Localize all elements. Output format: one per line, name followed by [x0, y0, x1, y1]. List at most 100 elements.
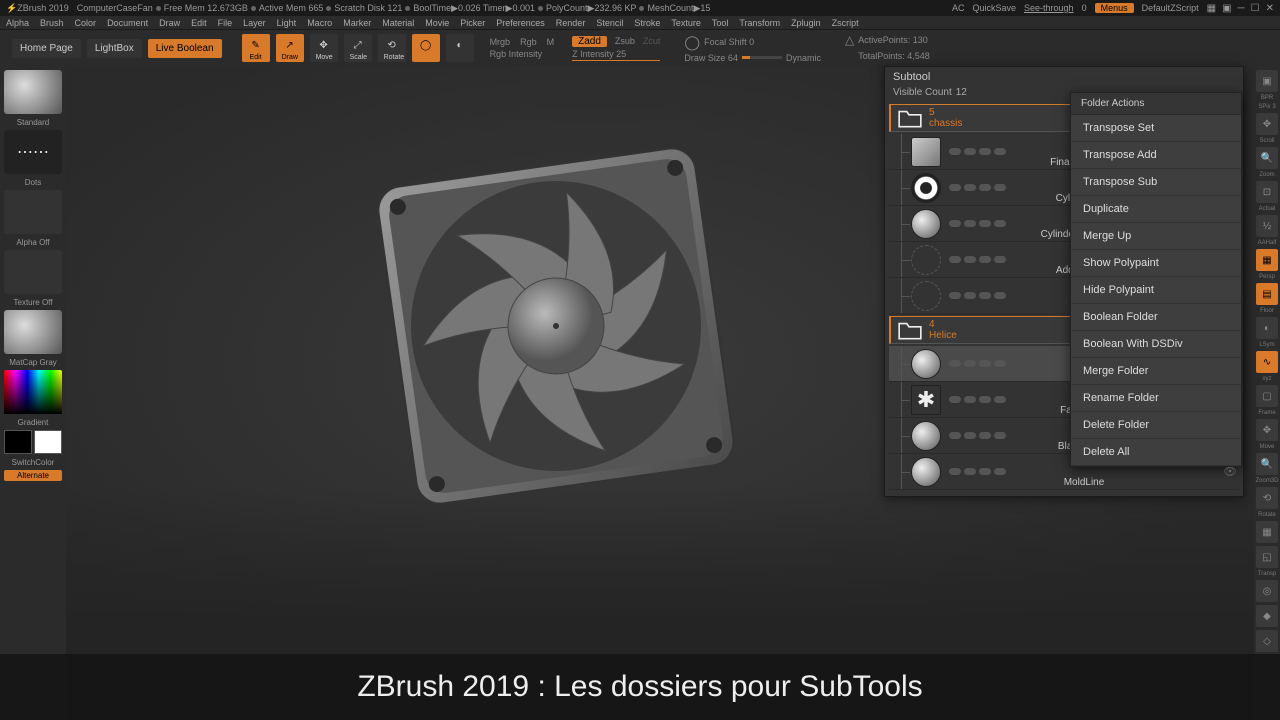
context-menu-item[interactable]: Transpose Add [1071, 142, 1241, 169]
menu-texture[interactable]: Texture [671, 18, 701, 28]
context-menu-item[interactable]: Show Polypaint [1071, 250, 1241, 277]
home-page-button[interactable]: Home Page [12, 39, 81, 58]
zoom-button[interactable]: 🔍 [1256, 147, 1278, 169]
draw-size-slider[interactable]: Draw Size 64 [684, 53, 738, 63]
menu-alpha[interactable]: Alpha [6, 18, 29, 28]
quicksave-button[interactable]: QuickSave [973, 3, 1017, 13]
menu-color[interactable]: Color [75, 18, 97, 28]
menu-movie[interactable]: Movie [425, 18, 449, 28]
alternate-button[interactable]: Alternate [4, 470, 62, 481]
context-menu-item[interactable]: Boolean With DSDiv [1071, 331, 1241, 358]
menu-edit[interactable]: Edit [191, 18, 207, 28]
context-menu-title: Folder Actions [1071, 93, 1241, 115]
draw-mode-button[interactable]: ↗Draw [276, 34, 304, 62]
menu-stencil[interactable]: Stencil [596, 18, 623, 28]
close-icon[interactable]: ✕ [1266, 3, 1274, 14]
titlebar: ⚡ ZBrush 2019 ComputerCaseFan Free Mem 1… [0, 0, 1280, 16]
edit-mode-button[interactable]: ✎Edit [242, 34, 270, 62]
color-picker[interactable] [4, 370, 62, 414]
menus-button[interactable]: Menus [1095, 3, 1134, 13]
top-shelf: Home Page LightBox Live Boolean ✎Edit ↗D… [0, 30, 1280, 66]
maximize-icon[interactable]: ☐ [1251, 3, 1260, 14]
bpr-button[interactable]: ▣ [1256, 70, 1278, 92]
scale-mode-button[interactable]: ⤢Scale [344, 34, 372, 62]
texture-swatch[interactable] [4, 250, 62, 294]
actual-button[interactable]: ⊡ [1256, 181, 1278, 203]
persp-button[interactable]: ▦ [1256, 249, 1278, 271]
icon-set[interactable]: ▣ [1222, 3, 1231, 14]
z-intensity-slider[interactable]: Z Intensity 25 [572, 49, 660, 61]
context-menu-item[interactable]: Boolean Folder [1071, 304, 1241, 331]
live-boolean-button[interactable]: Live Boolean [148, 39, 222, 58]
context-menu-item[interactable]: Transpose Sub [1071, 169, 1241, 196]
icon-set[interactable]: ▦ [1207, 3, 1216, 14]
context-menu-item[interactable]: Duplicate [1071, 196, 1241, 223]
ghost-button[interactable]: ◎ [1256, 580, 1278, 602]
menu-tool[interactable]: Tool [712, 18, 729, 28]
move-mode-button[interactable]: ✥Move [310, 34, 338, 62]
aahalf-button[interactable]: ½ [1256, 215, 1278, 237]
zadd-button[interactable]: Zadd [572, 36, 607, 47]
brush-swatch[interactable] [4, 70, 62, 114]
menubar: Alpha Brush Color Document Draw Edit Fil… [0, 16, 1280, 30]
menu-file[interactable]: File [218, 18, 233, 28]
lightbox-button[interactable]: LightBox [87, 39, 142, 58]
alpha-swatch[interactable] [4, 190, 62, 234]
sculptris-button[interactable]: ◐ [446, 34, 474, 62]
context-menu-item[interactable]: Hide Polypaint [1071, 277, 1241, 304]
menu-preferences[interactable]: Preferences [496, 18, 545, 28]
document-name: ComputerCaseFan [77, 3, 153, 13]
stroke-swatch[interactable]: ⋯⋯ [4, 130, 62, 174]
transp-button[interactable]: ◱ [1256, 546, 1278, 568]
seethrough-label[interactable]: See-through [1024, 3, 1074, 13]
zoom3d-button[interactable]: 🔍 [1256, 453, 1278, 475]
grid-button[interactable]: ▦ [1256, 521, 1278, 543]
menu-brush[interactable]: Brush [40, 18, 64, 28]
context-menu-item[interactable]: Merge Up [1071, 223, 1241, 250]
xyz-button[interactable]: ∿ [1256, 351, 1278, 373]
menu-zplugin[interactable]: Zplugin [791, 18, 821, 28]
draw-group: ◯Focal Shift 0 Draw Size 64Dynamic [684, 34, 821, 63]
context-menu-item[interactable]: Rename Folder [1071, 385, 1241, 412]
context-menu-item[interactable]: Transpose Set [1071, 115, 1241, 142]
menu-macro[interactable]: Macro [307, 18, 332, 28]
app-name: ZBrush 2019 [17, 3, 69, 13]
lsym-button[interactable]: ◐ [1256, 317, 1278, 339]
rotate3d-button[interactable]: ⟲ [1256, 487, 1278, 509]
z-group: ZaddZsubZcut Z Intensity 25 [572, 36, 660, 61]
context-menu-item[interactable]: Merge Folder [1071, 358, 1241, 385]
menu-material[interactable]: Material [382, 18, 414, 28]
menu-light[interactable]: Light [277, 18, 297, 28]
subtool-title: Subtool [885, 67, 1243, 87]
solo-button[interactable]: ◆ [1256, 605, 1278, 627]
menu-document[interactable]: Document [107, 18, 148, 28]
menu-marker[interactable]: Marker [343, 18, 371, 28]
context-menu-item[interactable]: Delete All [1071, 439, 1241, 466]
context-menu-item[interactable]: Delete Folder [1071, 412, 1241, 439]
material-swatch[interactable] [4, 310, 62, 354]
gizmo-button[interactable]: ◯ [412, 34, 440, 62]
menu-picker[interactable]: Picker [460, 18, 485, 28]
rotate-mode-button[interactable]: ⟲Rotate [378, 34, 406, 62]
move3d-button[interactable]: ✥ [1256, 419, 1278, 441]
left-panel: Standard ⋯⋯ Dots Alpha Off Texture Off M… [0, 66, 66, 720]
menu-render[interactable]: Render [556, 18, 586, 28]
xpose-button[interactable]: ◇ [1256, 630, 1278, 652]
minimize-icon[interactable]: ─ [1238, 3, 1245, 14]
active-points: ActivePoints: 130 [858, 35, 928, 45]
points-group: △ActivePoints: 130 △TotalPoints: 4,548 [845, 33, 930, 63]
floor-button[interactable]: ▤ [1256, 283, 1278, 305]
right-panel: ▣BPR SPix 3 ✥Scroll 🔍Zoom ⊡Actual ½AAHal… [1254, 66, 1280, 720]
window-controls: ▦ ▣ ─ ☐ ✕ [1207, 3, 1274, 14]
menu-layer[interactable]: Layer [243, 18, 266, 28]
rgb-group: MrgbRgbM Rgb Intensity [490, 37, 555, 59]
menu-stroke[interactable]: Stroke [634, 18, 660, 28]
scroll-button[interactable]: ✥ [1256, 113, 1278, 135]
menu-zscript[interactable]: Zscript [832, 18, 859, 28]
frame-button[interactable]: ▢ [1256, 385, 1278, 407]
switch-color[interactable] [4, 430, 62, 454]
menu-draw[interactable]: Draw [159, 18, 180, 28]
menu-transform[interactable]: Transform [739, 18, 780, 28]
folder-actions-menu: Folder Actions Transpose SetTranspose Ad… [1070, 92, 1242, 467]
default-zscript[interactable]: DefaultZScript [1142, 3, 1199, 13]
